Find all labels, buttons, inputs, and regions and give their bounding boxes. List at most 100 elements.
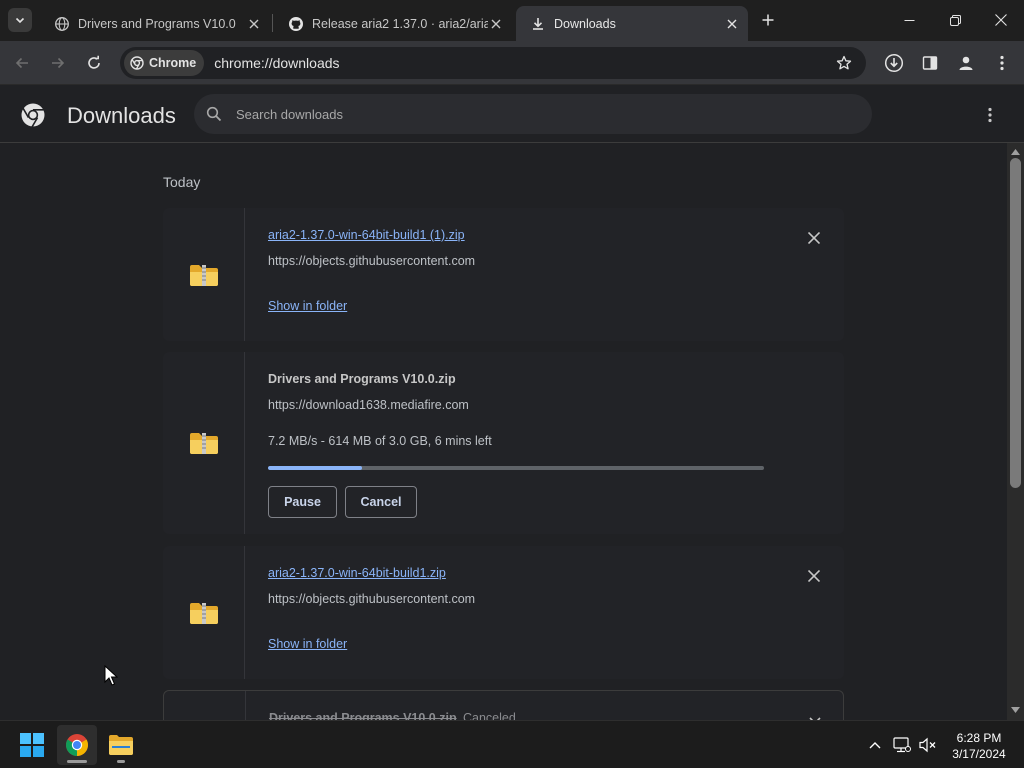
scrollbar-thumb[interactable] — [1010, 158, 1021, 488]
search-downloads-bar[interactable] — [194, 94, 872, 134]
clock-time: 6:28 PM — [956, 731, 1002, 745]
file-name: Drivers and Programs V10.0.zip — [268, 372, 456, 386]
download-item: aria2-1.37.0-win-64bit-build1 (1).zip ht… — [163, 208, 844, 341]
profile-button[interactable] — [954, 51, 978, 75]
file-icon-column — [163, 546, 245, 679]
taskbar-chrome[interactable] — [57, 725, 97, 765]
kebab-menu-icon — [1000, 55, 1004, 71]
page-title: Downloads — [67, 103, 176, 128]
tab-title: Drivers and Programs V10.0 — [78, 16, 236, 31]
network-status-button[interactable] — [892, 735, 912, 755]
restore-icon — [949, 14, 961, 26]
close-icon — [995, 14, 1007, 26]
file-icon-column — [163, 352, 245, 534]
active-app-indicator — [67, 760, 87, 763]
side-panel-button[interactable] — [918, 51, 942, 75]
windows-taskbar: 6:28 PM 3/17/2024 — [0, 720, 1024, 768]
globe-icon — [54, 16, 70, 32]
minimize-button[interactable] — [886, 0, 932, 40]
download-status-text: 7.2 MB/s - 614 MB of 3.0 GB, 6 mins left — [268, 434, 492, 448]
file-name-link[interactable]: aria2-1.37.0-win-64bit-build1.zip — [268, 566, 446, 580]
pause-button[interactable]: Pause — [268, 486, 337, 518]
chevron-down-icon — [15, 17, 25, 24]
close-tab-icon[interactable] — [246, 16, 262, 32]
download-item: aria2-1.37.0-win-64bit-build1.zip https:… — [163, 546, 844, 679]
date-group-label: Today — [163, 174, 201, 190]
cancel-button[interactable]: Cancel — [345, 486, 417, 518]
minimize-icon — [904, 19, 914, 21]
speaker-muted-icon — [919, 737, 936, 753]
chrome-menu-button[interactable] — [990, 51, 1014, 75]
restore-button[interactable] — [932, 0, 978, 40]
scroll-up-arrow-icon[interactable] — [1011, 147, 1020, 156]
system-clock[interactable]: 6:28 PM 3/17/2024 — [944, 730, 1014, 762]
chevron-up-icon — [869, 742, 881, 749]
file-icon-column — [164, 691, 246, 720]
download-item-canceled: Drivers and Programs V10.0.zip Canceled — [163, 690, 844, 720]
folder-icon — [109, 735, 133, 755]
remove-item-button[interactable] — [803, 565, 825, 587]
kebab-menu-icon — [988, 107, 992, 123]
chip-label: Chrome — [149, 56, 197, 70]
chrome-logo-icon — [21, 103, 45, 128]
downloads-header: Downloads — [0, 86, 1024, 143]
download-item: Drivers and Programs V10.0.zip https://d… — [163, 352, 844, 534]
zip-folder-icon — [189, 602, 218, 624]
new-tab-button[interactable] — [757, 9, 779, 31]
reload-button[interactable] — [82, 51, 106, 75]
side-panel-icon — [922, 56, 938, 70]
github-icon — [288, 16, 304, 32]
expand-item-button[interactable] — [804, 710, 826, 720]
star-icon — [836, 55, 852, 70]
tab-search-button[interactable] — [8, 8, 32, 32]
file-name-link[interactable]: aria2-1.37.0-win-64bit-build1 (1).zip — [268, 228, 465, 242]
back-button[interactable] — [10, 51, 34, 75]
taskbar-file-explorer[interactable] — [101, 725, 141, 765]
scroll-down-arrow-icon[interactable] — [1011, 705, 1020, 714]
search-icon — [206, 106, 222, 122]
arrow-right-icon — [52, 57, 65, 69]
download-circle-icon — [884, 53, 904, 73]
zip-folder-icon — [189, 264, 218, 286]
bookmark-button[interactable] — [830, 49, 858, 77]
search-input[interactable] — [236, 106, 796, 122]
close-window-button[interactable] — [978, 0, 1024, 40]
clock-date: 3/17/2024 — [952, 747, 1006, 761]
close-tab-icon[interactable] — [724, 16, 740, 32]
file-source-url: https://objects.githubusercontent.com — [268, 254, 476, 268]
downloads-toolbar-button[interactable] — [882, 51, 906, 75]
tray-overflow-button[interactable] — [865, 735, 885, 755]
start-button[interactable] — [12, 725, 52, 765]
show-in-folder-link[interactable]: Show in folder — [268, 637, 347, 651]
person-icon — [959, 56, 973, 70]
tab-title: Release aria2 1.37.0 · aria2/aria2 — [312, 16, 488, 31]
close-icon — [808, 570, 820, 582]
tab-drivers[interactable]: Drivers and Programs V10.0 — [40, 6, 270, 41]
downloads-list: Today aria2-1.37.0-win-64bit-build1 (1).… — [0, 143, 1007, 720]
windows-logo-icon — [20, 733, 44, 757]
tab-aria2-release[interactable]: Release aria2 1.37.0 · aria2/aria2 — [274, 6, 512, 41]
progress-fill — [268, 466, 363, 470]
zip-folder-icon — [189, 433, 218, 454]
browser-toolbar: Chrome chrome://downloads — [0, 41, 1024, 85]
plus-icon — [762, 14, 774, 26]
volume-button[interactable] — [918, 735, 938, 755]
downloads-menu-button[interactable] — [978, 103, 1002, 127]
site-info-chip[interactable]: Chrome — [124, 50, 205, 76]
close-icon — [808, 232, 820, 244]
show-in-folder-link[interactable]: Show in folder — [268, 299, 347, 313]
file-icon-column — [163, 208, 245, 341]
network-monitor-icon — [893, 737, 911, 753]
chrome-color-icon — [66, 734, 88, 756]
forward-button[interactable] — [46, 51, 70, 75]
address-bar[interactable]: Chrome chrome://downloads — [120, 47, 866, 79]
arrow-left-icon — [15, 57, 28, 69]
running-app-indicator — [117, 760, 125, 763]
tab-downloads[interactable]: Downloads — [516, 6, 748, 41]
mouse-cursor-icon — [104, 665, 118, 686]
close-tab-icon[interactable] — [488, 16, 504, 32]
url-text[interactable]: chrome://downloads — [214, 55, 830, 71]
page-scrollbar[interactable] — [1007, 143, 1024, 720]
remove-item-button[interactable] — [803, 227, 825, 249]
tab-title: Downloads — [554, 16, 616, 31]
